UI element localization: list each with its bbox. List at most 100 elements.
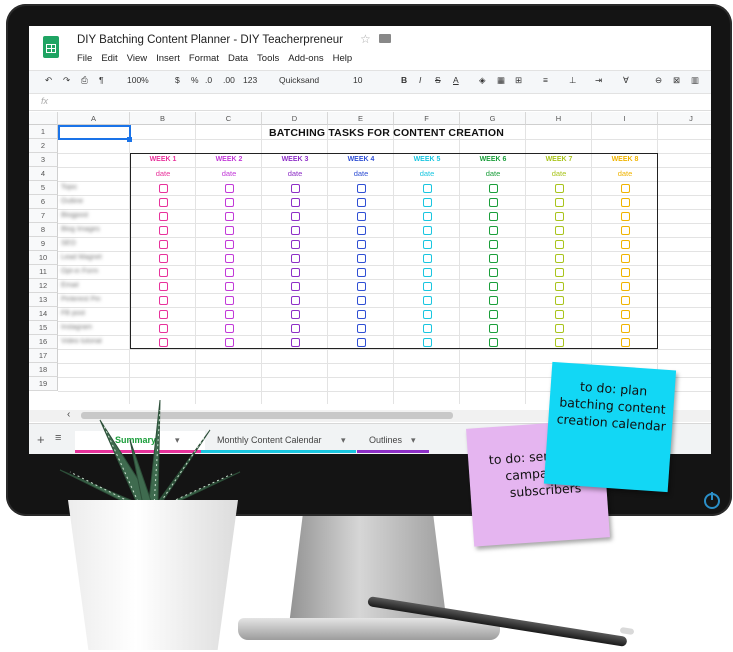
task-checkbox[interactable] [356,281,366,291]
redo-icon[interactable]: ↷ [63,75,70,86]
task-label[interactable]: FB post [61,310,119,318]
task-checkbox[interactable] [620,267,630,277]
task-checkbox[interactable] [224,211,234,221]
task-checkbox[interactable] [290,211,300,221]
task-checkbox[interactable] [356,267,366,277]
task-checkbox[interactable] [554,225,564,235]
task-checkbox[interactable] [422,239,432,249]
menu-view[interactable]: View [127,53,147,64]
week-date[interactable]: date [592,169,658,178]
week-date[interactable]: date [328,169,394,178]
task-checkbox[interactable] [422,295,432,305]
task-checkbox[interactable] [158,281,168,291]
row-header[interactable]: 5 [29,181,58,195]
row-header[interactable]: 11 [29,265,58,279]
task-checkbox[interactable] [290,225,300,235]
menu-edit[interactable]: Edit [101,53,117,64]
task-checkbox[interactable] [290,197,300,207]
row-header[interactable]: 15 [29,321,58,335]
task-checkbox[interactable] [488,281,498,291]
sheets-logo-icon[interactable] [43,36,59,58]
insert-comment-icon[interactable]: ⊠ [673,75,680,86]
task-checkbox[interactable] [158,253,168,263]
row-header[interactable]: 13 [29,293,58,307]
task-checkbox[interactable] [620,211,630,221]
document-title[interactable]: DIY Batching Content Planner - DIY Teach… [77,34,343,46]
task-checkbox[interactable] [554,337,564,347]
task-checkbox[interactable] [554,253,564,263]
task-checkbox[interactable] [224,183,234,193]
column-header[interactable]: F [394,112,460,125]
task-checkbox[interactable] [620,183,630,193]
star-icon[interactable]: ☆ [360,32,371,46]
task-checkbox[interactable] [488,239,498,249]
italic-button[interactable]: I [419,75,421,85]
task-label[interactable]: Video tutorial [61,338,119,346]
column-header[interactable]: D [262,112,328,125]
task-checkbox[interactable] [224,281,234,291]
column-header[interactable]: C [196,112,262,125]
task-checkbox[interactable] [224,323,234,333]
task-checkbox[interactable] [620,197,630,207]
decrease-decimal-button[interactable]: .0 [205,75,212,85]
task-checkbox[interactable] [356,197,366,207]
task-checkbox[interactable] [224,309,234,319]
vertical-align-icon[interactable]: ⊥ [569,75,576,86]
increase-decimal-button[interactable]: .00 [223,75,235,85]
task-checkbox[interactable] [290,337,300,347]
task-checkbox[interactable] [356,323,366,333]
font-select[interactable]: Quicksand [279,75,319,85]
task-checkbox[interactable] [356,337,366,347]
week-header[interactable]: WEEK 4 [328,156,394,163]
task-label[interactable]: SEO [61,240,119,248]
zoom-select[interactable]: 100% [127,75,149,85]
task-checkbox[interactable] [290,309,300,319]
task-label[interactable]: Blog Images [61,226,119,234]
folder-icon[interactable] [379,34,391,43]
fill-color-icon[interactable]: ◈ [479,75,486,86]
column-header[interactable]: G [460,112,526,125]
task-checkbox[interactable] [422,281,432,291]
task-checkbox[interactable] [290,239,300,249]
task-checkbox[interactable] [422,267,432,277]
task-checkbox[interactable] [620,239,630,249]
sheet-title[interactable]: BATCHING TASKS FOR CONTENT CREATION [269,127,504,139]
paint-format-icon[interactable]: ¶ [99,75,104,85]
task-checkbox[interactable] [290,267,300,277]
menu-addons[interactable]: Add-ons [288,53,323,64]
row-header[interactable]: 8 [29,223,58,237]
font-size-select[interactable]: 10 [353,75,362,85]
column-header[interactable]: B [130,112,196,125]
week-date[interactable]: date [196,169,262,178]
column-header[interactable]: I [592,112,658,125]
task-checkbox[interactable] [554,197,564,207]
task-checkbox[interactable] [620,323,630,333]
week-header[interactable]: WEEK 7 [526,156,592,163]
menu-tools[interactable]: Tools [257,53,279,64]
row-header[interactable]: 16 [29,335,58,349]
week-header[interactable]: WEEK 1 [130,156,196,163]
selected-cell[interactable] [58,125,131,140]
column-header[interactable]: H [526,112,592,125]
task-checkbox[interactable] [620,337,630,347]
task-checkbox[interactable] [158,267,168,277]
task-checkbox[interactable] [158,211,168,221]
task-checkbox[interactable] [356,239,366,249]
text-rotation-icon[interactable]: ∀ [623,75,629,86]
task-label[interactable]: Outline [61,198,119,206]
more-formats-button[interactable]: 123 [243,75,257,85]
task-checkbox[interactable] [224,239,234,249]
task-checkbox[interactable] [224,337,234,347]
week-date[interactable]: date [130,169,196,178]
formula-bar[interactable]: fx [29,94,711,111]
task-checkbox[interactable] [620,281,630,291]
task-checkbox[interactable] [554,211,564,221]
task-checkbox[interactable] [554,267,564,277]
task-checkbox[interactable] [290,183,300,193]
row-header[interactable]: 17 [29,349,58,363]
task-checkbox[interactable] [422,183,432,193]
bold-button[interactable]: B [401,75,407,85]
task-checkbox[interactable] [158,225,168,235]
task-checkbox[interactable] [158,309,168,319]
task-checkbox[interactable] [488,197,498,207]
